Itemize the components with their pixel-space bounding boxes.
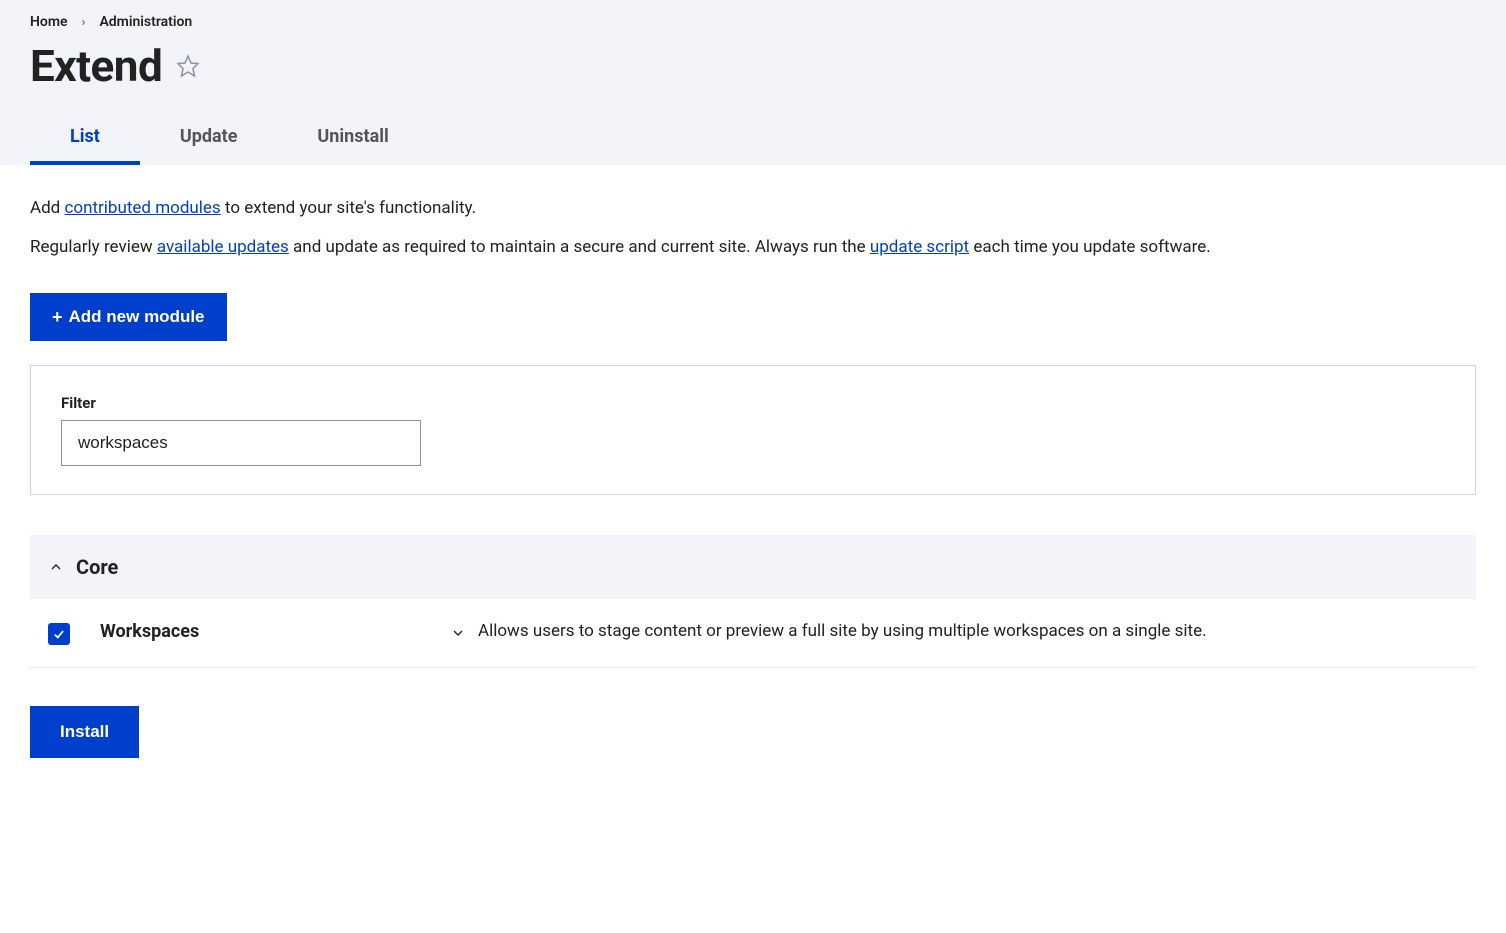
checkmark-icon: [52, 627, 66, 641]
module-row: Workspaces Allows users to stage content…: [30, 599, 1476, 668]
filter-label: Filter: [61, 394, 1445, 412]
module-description-toggle[interactable]: Allows users to stage content or preview…: [450, 621, 1458, 641]
chevron-up-icon: [48, 559, 64, 575]
intro-text: Add contributed modules to extend your s…: [30, 195, 1476, 261]
filter-input[interactable]: [61, 420, 421, 466]
contributed-modules-link[interactable]: contributed modules: [64, 198, 220, 218]
header-region: Home › Administration Extend List Update…: [0, 0, 1506, 165]
update-script-link[interactable]: update script: [870, 237, 969, 257]
category-header-core[interactable]: Core: [30, 535, 1476, 599]
tabs: List Update Uninstall: [30, 112, 1476, 165]
intro-text-part: and update as required to maintain a sec…: [289, 237, 870, 257]
intro-text-part: each time you update software.: [969, 237, 1211, 257]
breadcrumb: Home › Administration: [30, 14, 1476, 30]
breadcrumb-admin[interactable]: Administration: [99, 14, 192, 30]
module-name: Workspaces: [100, 621, 420, 642]
tab-update[interactable]: Update: [140, 112, 278, 165]
title-row: Extend: [30, 40, 1476, 92]
chevron-right-icon: ›: [82, 15, 86, 30]
available-updates-link[interactable]: available updates: [157, 237, 289, 257]
tab-list[interactable]: List: [30, 112, 140, 165]
page-title: Extend: [30, 40, 162, 92]
breadcrumb-home[interactable]: Home: [30, 14, 68, 30]
intro-text-part: Add: [30, 198, 64, 218]
install-button[interactable]: Install: [30, 706, 139, 758]
category-title: Core: [76, 555, 118, 579]
intro-text-part: Regularly review: [30, 237, 157, 257]
module-description: Allows users to stage content or preview…: [478, 621, 1207, 641]
add-new-module-label: Add new module: [69, 307, 205, 327]
star-icon[interactable]: [176, 54, 200, 78]
chevron-down-icon: [450, 625, 466, 641]
add-new-module-button[interactable]: + Add new module: [30, 293, 227, 341]
plus-icon: +: [52, 308, 63, 326]
content-region: Add contributed modules to extend your s…: [0, 165, 1506, 798]
tab-uninstall[interactable]: Uninstall: [277, 112, 428, 165]
intro-text-part: to extend your site's functionality.: [221, 198, 476, 218]
module-checkbox[interactable]: [48, 623, 70, 645]
filter-box: Filter: [30, 365, 1476, 495]
